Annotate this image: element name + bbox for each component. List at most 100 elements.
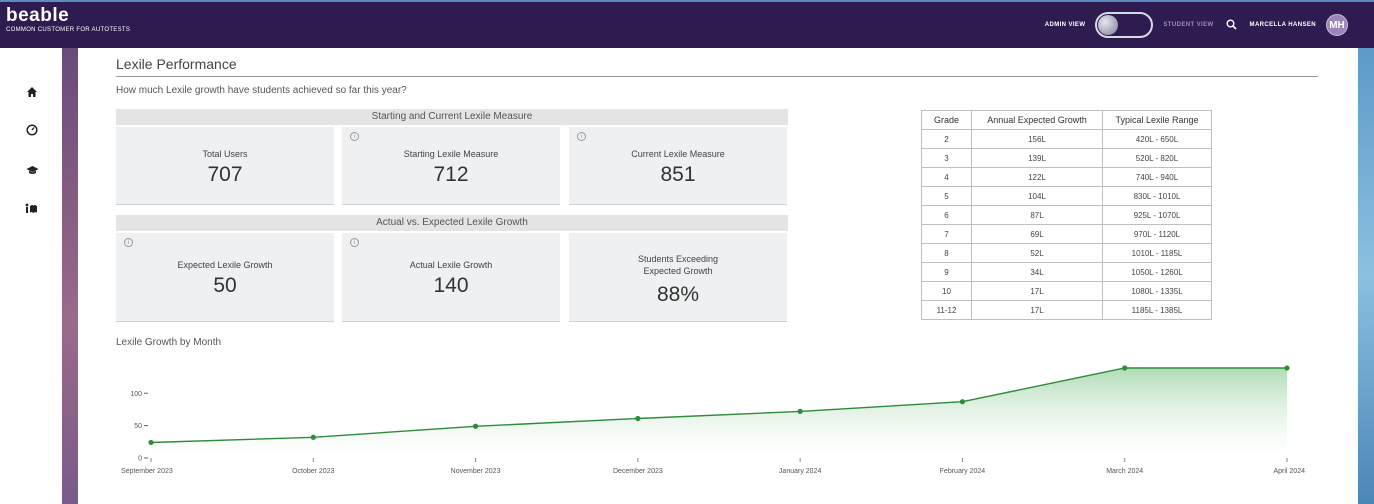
table-row: 2 156L 420L - 650L: [921, 129, 1212, 149]
grade-cell: 11-12: [921, 300, 972, 320]
data-point: [1284, 365, 1290, 371]
kpi-card-starting-lexile: i Starting Lexile Measure 712: [342, 127, 560, 205]
lexile-range-cell: 830L - 1010L: [1102, 186, 1212, 206]
section-header-lexile-growth: Actual vs. Expected Lexile Growth: [116, 215, 788, 231]
x-tick-label: January 2024: [779, 468, 822, 475]
annual-growth-cell: 122L: [971, 167, 1103, 187]
page-question: How much Lexile growth have students ach…: [116, 85, 407, 96]
data-point: [472, 423, 479, 429]
kpi-label: Total Users: [202, 149, 248, 159]
lexile-range-cell: 740L - 940L: [1102, 167, 1212, 187]
table-row: 4 122L 740L - 940L: [921, 167, 1212, 187]
toggle-knob: [1098, 15, 1119, 35]
section-header-lexile-measure: Starting and Current Lexile Measure: [116, 109, 788, 125]
user-name[interactable]: MARCELLA HANSEN: [1250, 22, 1316, 28]
data-point: [959, 399, 966, 405]
grade-cell: 4: [921, 167, 972, 187]
page-title: Lexile Performance: [116, 56, 237, 72]
table-header-row: Grade Annual Expected Growth Typical Lex…: [921, 110, 1212, 130]
grade-cell: 6: [921, 205, 972, 225]
annual-growth-cell: 17L: [971, 281, 1103, 301]
table-row: 11-12 17L 1185L - 1385L: [921, 300, 1212, 320]
data-point: [310, 434, 316, 440]
brand[interactable]: beable COMMON CUSTOMER FOR AUTOTESTS: [6, 6, 130, 34]
annual-growth-cell: 69L: [971, 224, 1103, 244]
sidebar: [0, 48, 62, 504]
kpi-label: Expected Lexile Growth: [177, 260, 273, 270]
table-row: 8 52L 1010L - 1185L: [921, 243, 1212, 263]
x-tick-label: April 2024: [1273, 468, 1305, 475]
kpi-card-expected-growth: i Expected Lexile Growth 50: [116, 233, 334, 322]
view-toggle[interactable]: [1095, 12, 1154, 38]
kpi-value: 712: [433, 163, 469, 186]
background-strip-right: [1358, 48, 1374, 504]
grade-cell: 8: [921, 243, 972, 263]
column-header-lexile-range: Typical Lexile Range: [1102, 110, 1212, 130]
y-tick-label: 0: [138, 456, 142, 463]
annual-growth-cell: 52L: [971, 243, 1103, 263]
data-point: [797, 408, 803, 414]
y-tick-label: 100: [130, 391, 142, 398]
info-icon[interactable]: i: [350, 238, 359, 247]
grade-cell: 5: [921, 186, 972, 206]
grade-cell: 9: [921, 262, 972, 282]
student-view-label: STUDENT VIEW: [1163, 22, 1214, 28]
table-row: 9 34L 1050L - 1260L: [921, 262, 1212, 282]
admin-view-label: ADMIN VIEW: [1044, 22, 1086, 28]
x-tick-label: February 2024: [940, 468, 986, 475]
home-icon[interactable]: [24, 86, 40, 102]
search-icon[interactable]: [1224, 18, 1240, 33]
data-point: [148, 439, 154, 446]
lexile-range-cell: 970L - 1120L: [1102, 224, 1212, 244]
kpi-label: Actual Lexile Growth: [409, 260, 493, 270]
lexile-range-cell: 1050L - 1260L: [1102, 262, 1212, 282]
grade-cell: 2: [921, 129, 972, 149]
kpi-value: 707: [207, 163, 243, 186]
kpi-card-current-lexile: i Current Lexile Measure 851: [569, 127, 787, 205]
title-divider: [116, 76, 1318, 77]
kpi-label: Starting Lexile Measure: [403, 149, 499, 159]
lexile-range-cell: 1185L - 1385L: [1102, 300, 1212, 320]
lexile-range-cell: 1080L - 1335L: [1102, 281, 1212, 301]
kpi-label: Current Lexile Measure: [631, 149, 725, 159]
kpi-card-students-exceeding: Students Exceeding Expected Growth 88%: [569, 233, 787, 322]
lexile-range-cell: 1010L - 1185L: [1102, 243, 1212, 263]
lexile-range-cell: 925L - 1070L: [1102, 205, 1212, 225]
annual-growth-cell: 139L: [971, 148, 1103, 168]
customer-name: COMMON CUSTOMER FOR AUTOTESTS: [6, 27, 131, 33]
area-fill: [151, 368, 1287, 458]
grade-cell: 10: [921, 281, 972, 301]
kpi-value: 851: [660, 163, 696, 186]
gauge-icon[interactable]: [24, 124, 40, 140]
x-tick-label: October 2023: [292, 468, 335, 475]
top-right-controls: ADMIN VIEW STUDENT VIEW MARCELLA HANSEN …: [1045, 12, 1348, 38]
x-tick-label: December 2023: [613, 468, 663, 475]
data-point: [1122, 365, 1128, 371]
main-content: Lexile Performance How much Lexile growt…: [78, 48, 1358, 504]
chart-title: Lexile Growth by Month: [116, 337, 222, 348]
annual-growth-cell: 104L: [971, 186, 1103, 206]
kpi-value: 88%: [656, 283, 700, 306]
column-header-grade: Grade: [921, 110, 972, 130]
grade-lexile-table: Grade Annual Expected Growth Typical Lex…: [921, 110, 1212, 320]
graduation-cap-icon[interactable]: [24, 164, 40, 180]
beable-logo: beable: [6, 5, 70, 26]
table-row: 5 104L 830L - 1010L: [921, 186, 1212, 206]
table-row: 7 69L 970L - 1120L: [921, 224, 1212, 244]
avatar[interactable]: MH: [1326, 14, 1348, 36]
column-header-annual-growth: Annual Expected Growth: [971, 110, 1103, 130]
table-row: 10 17L 1080L - 1335L: [921, 281, 1212, 301]
info-icon[interactable]: i: [577, 132, 586, 141]
top-navigation-bar: beable COMMON CUSTOMER FOR AUTOTESTS ADM…: [0, 0, 1374, 48]
annual-growth-cell: 156L: [971, 129, 1103, 149]
grade-cell: 7: [921, 224, 972, 244]
data-point: [635, 415, 641, 422]
background-strip-left: [62, 48, 78, 504]
info-icon[interactable]: i: [350, 132, 359, 141]
kpi-card-total-users: Total Users 707: [116, 127, 334, 205]
kpi-value: 50: [213, 274, 237, 297]
kpi-value: 140: [433, 274, 469, 297]
info-icon[interactable]: i: [124, 238, 133, 247]
reading-icon[interactable]: [24, 202, 40, 218]
x-tick-label: November 2023: [451, 468, 501, 475]
